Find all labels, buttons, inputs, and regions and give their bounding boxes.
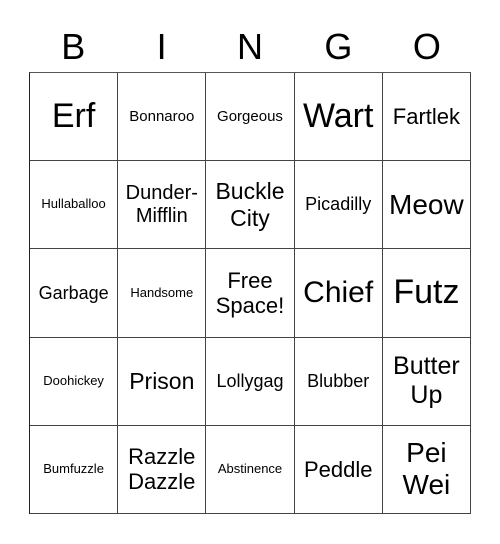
bingo-cell[interactable]: Futz (382, 249, 471, 338)
bingo-cell[interactable]: Hullaballoo (30, 161, 119, 250)
bingo-cell[interactable]: Meow (382, 161, 471, 250)
bingo-cell[interactable]: Fartlek (382, 73, 471, 162)
header-letter-o: O (412, 26, 441, 67)
bingo-cell[interactable]: Pei Wei (382, 425, 471, 514)
bingo-cell[interactable]: Picadilly (294, 161, 383, 250)
bingo-cell[interactable]: Doohickey (30, 337, 119, 426)
bingo-cell[interactable]: Abstinence (206, 425, 295, 514)
bingo-cell[interactable]: Prison (118, 337, 207, 426)
bingo-cell[interactable]: Chief (294, 249, 383, 338)
header-letter-b: B (61, 26, 86, 67)
bingo-grid: Erf Bonnaroo Gorgeous Wart Fartlek Hulla… (29, 72, 471, 514)
bingo-cell[interactable]: Garbage (30, 249, 119, 338)
bingo-cell[interactable]: Buckle City (206, 161, 295, 250)
bingo-cell[interactable]: Razzle Dazzle (118, 425, 207, 514)
bingo-cell[interactable]: Lollygag (206, 337, 295, 426)
header-letter-n: N (237, 26, 264, 67)
bingo-cell[interactable]: Peddle (294, 425, 383, 514)
bingo-cell[interactable]: Gorgeous (206, 73, 295, 162)
bingo-cell[interactable]: Dunder- Mifflin (118, 161, 207, 250)
bingo-cell[interactable]: Handsome (118, 249, 207, 338)
bingo-cell[interactable]: Blubber (294, 337, 383, 426)
free-space-cell[interactable]: Free Space! (206, 249, 295, 338)
header-letter-g: G (324, 26, 353, 67)
bingo-cell[interactable]: Bonnaroo (118, 73, 207, 162)
bingo-cell[interactable]: Wart (294, 73, 383, 162)
bingo-header: B I N G O (29, 22, 471, 72)
header-letter-i: I (156, 26, 167, 67)
bingo-cell[interactable]: Bumfuzzle (30, 425, 119, 514)
bingo-cell[interactable]: Butter Up (382, 337, 471, 426)
bingo-cell[interactable]: Erf (30, 73, 119, 162)
